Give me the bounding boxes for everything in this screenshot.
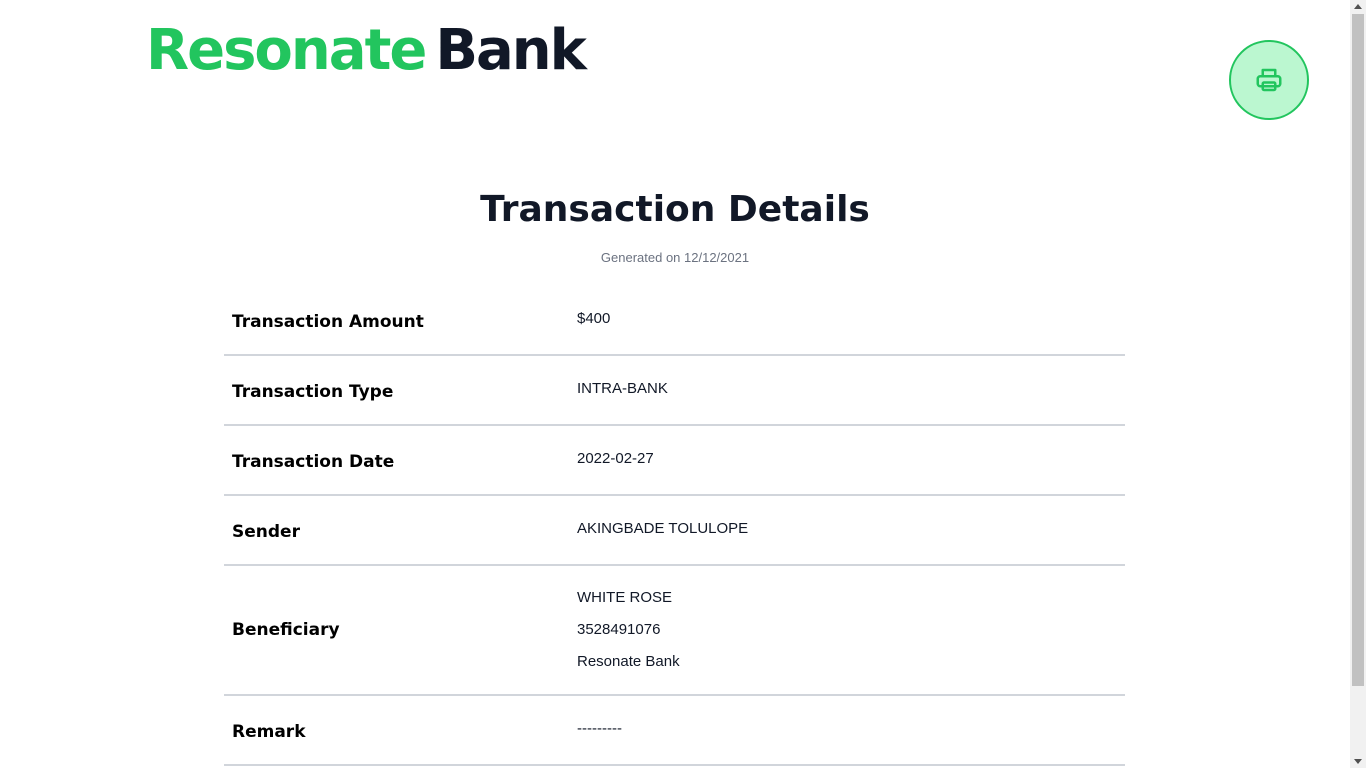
- beneficiary-value: WHITE ROSE 3528491076 Resonate Bank: [577, 582, 680, 678]
- logo-secondary-text: Bank: [435, 18, 587, 83]
- beneficiary-bank: Resonate Bank: [577, 653, 680, 670]
- print-button[interactable]: [1229, 40, 1309, 120]
- beneficiary-label: Beneficiary: [232, 620, 340, 640]
- detail-row-remark: Remark ---------: [224, 696, 1125, 766]
- type-value: INTRA-BANK: [577, 379, 668, 397]
- sender-value: AKINGBADE TOLULOPE: [577, 519, 749, 537]
- printer-icon: [1256, 68, 1282, 92]
- scrollbar-thumb[interactable]: [1352, 14, 1364, 686]
- date-value: 2022-02-27: [577, 449, 654, 467]
- amount-label: Transaction Amount: [232, 312, 424, 332]
- vertical-scrollbar[interactable]: [1350, 0, 1366, 768]
- type-label: Transaction Type: [232, 382, 394, 402]
- detail-row-amount: Transaction Amount $400: [224, 286, 1125, 356]
- detail-row-beneficiary: Beneficiary WHITE ROSE 3528491076 Resona…: [224, 566, 1125, 696]
- beneficiary-name: WHITE ROSE: [577, 589, 673, 606]
- beneficiary-account: 3528491076: [577, 621, 661, 638]
- generated-date: Generated on 12/12/2021: [600, 250, 750, 265]
- scroll-up-arrow[interactable]: [1354, 4, 1362, 9]
- remark-value: ---------: [577, 719, 622, 737]
- date-label: Transaction Date: [232, 452, 395, 472]
- detail-row-date: Transaction Date 2022-02-27: [224, 426, 1125, 496]
- transaction-details-table: Transaction Amount $400 Transaction Type…: [224, 286, 1125, 766]
- logo-primary-text: Resonate: [146, 18, 427, 83]
- remark-label: Remark: [232, 722, 306, 742]
- page-title: Transaction Details: [480, 189, 870, 230]
- amount-value: $400: [577, 309, 611, 327]
- detail-row-sender: Sender AKINGBADE TOLULOPE: [224, 496, 1125, 566]
- scroll-down-arrow[interactable]: [1354, 759, 1362, 764]
- sender-label: Sender: [232, 522, 300, 542]
- bank-logo[interactable]: Resonate Bank: [146, 18, 587, 84]
- detail-row-type: Transaction Type INTRA-BANK: [224, 356, 1125, 426]
